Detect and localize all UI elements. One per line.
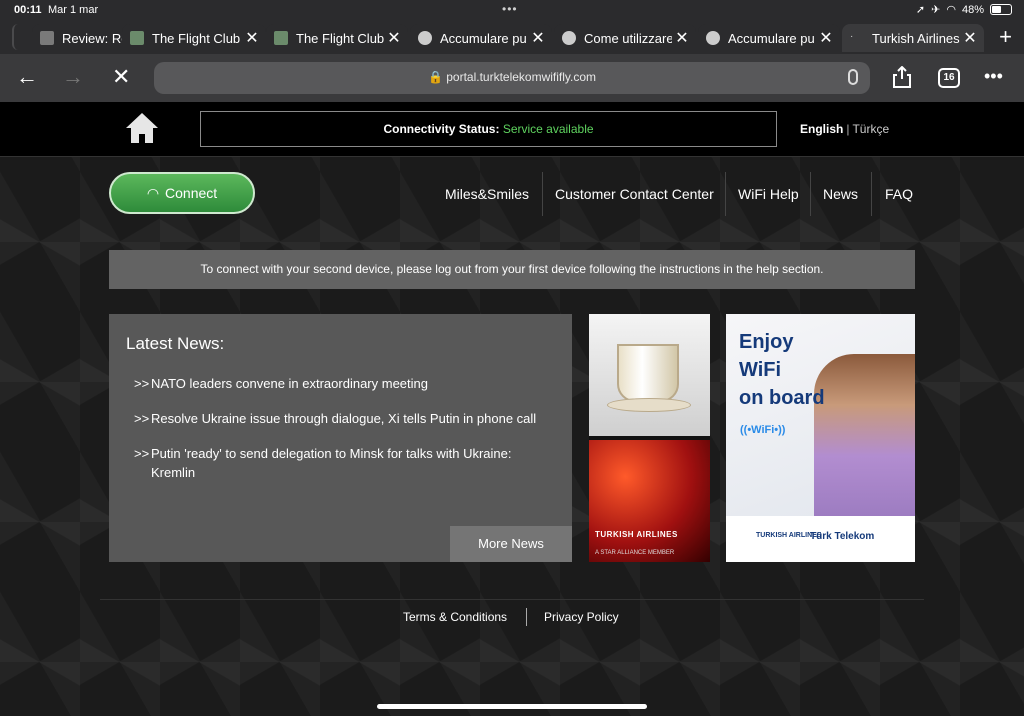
news-title: Latest News: (126, 334, 225, 353)
second-device-notice: To connect with your second device, plea… (109, 250, 915, 289)
turk-telekom-logo: Türk Telekom (810, 531, 875, 542)
browser-tab[interactable]: Accumulare pu ✕ (410, 24, 552, 52)
browser-tab[interactable]: Accumulare pu ✕ (698, 24, 840, 52)
home-indicator[interactable] (377, 704, 647, 709)
nav-wifi-help[interactable]: WiFi Help (738, 186, 799, 202)
portal-header: Connectivity Status: Service available E… (0, 102, 1024, 157)
wifi-icon: ◠ (946, 4, 956, 16)
fireworks-image (589, 440, 710, 562)
battery-percent: 48% (961, 3, 984, 16)
footer-divider (100, 599, 924, 600)
close-tab-icon[interactable]: ✕ (960, 28, 980, 48)
flightclub-favicon-icon (130, 31, 144, 45)
address-bar[interactable]: 🔒 portal.turktelekomwififly.com (154, 62, 870, 94)
tab-title: Turkish Airlines (872, 30, 960, 46)
globe-icon (562, 31, 576, 45)
nav-faq[interactable]: FAQ (885, 186, 913, 202)
forward-arrow-icon[interactable]: → (62, 64, 84, 90)
status-icons: ➚ ✈ ◠ 48% (916, 3, 1012, 16)
close-tab-icon[interactable]: ✕ (672, 28, 692, 48)
flightclub-favicon-icon (274, 31, 288, 45)
tab-title: Come utilizzare (584, 30, 672, 46)
connect-button[interactable]: ◠ Connect (109, 172, 255, 214)
terms-link[interactable]: Terms & Conditions (403, 610, 507, 624)
news-item[interactable]: >> Resolve Ukraine issue through dialogue… (134, 409, 554, 428)
turkish-airlines-ad[interactable]: TURKISH AIRLINES A STAR ALLIANCE MEMBER (589, 314, 710, 562)
tab-title: Accumulare pu (728, 30, 815, 46)
ad-logos: TURKISH AIRLINES Türk Telekom (726, 516, 915, 562)
back-arrow-icon[interactable]: ← (16, 64, 38, 90)
url-text: 🔒 portal.turktelekomwififly.com (427, 70, 597, 84)
news-item[interactable]: >> NATO leaders convene in extraordinary … (134, 374, 554, 393)
passengers-image (814, 354, 915, 524)
microphone-icon[interactable] (848, 69, 858, 85)
privacy-link[interactable]: Privacy Policy (544, 610, 619, 624)
browser-tab[interactable]: The Flight Club ✕ (122, 24, 266, 52)
browser-tab[interactable]: The Flight Club ✕ (266, 24, 408, 52)
close-tab-icon[interactable]: ✕ (242, 28, 262, 48)
date: Mar 1 mar (48, 4, 99, 16)
news-item[interactable]: >> Putin 'ready' to send delegation to Mi… (134, 444, 554, 482)
tab-title: Accumulare pu (440, 30, 527, 46)
tab-title: The Flight Club (296, 30, 384, 46)
stop-loading-icon[interactable]: ✕ (112, 64, 130, 90)
location-icon: ➚ (915, 4, 926, 16)
loading-icon: · (850, 31, 854, 42)
nav-customer-contact[interactable]: Customer Contact Center (555, 186, 714, 202)
clock: 00:11 (14, 4, 42, 16)
ml-favicon-icon (40, 31, 54, 45)
ad-headline: Enjoy WiFi on board (739, 331, 825, 409)
globe-icon (418, 31, 432, 45)
nav-news[interactable]: News (823, 186, 858, 202)
browser-tab[interactable]: Come utilizzare ✕ (554, 24, 696, 52)
language-switcher: English | Türkçe (800, 122, 890, 136)
tab-stack-icon (12, 24, 30, 50)
wifi-logo-icon: ((•WiFi•)) (740, 424, 786, 436)
close-tab-icon[interactable]: ✕ (528, 28, 548, 48)
news-list: >> NATO leaders convene in extraordinary … (134, 374, 554, 498)
web-page: Connectivity Status: Service available E… (0, 102, 1024, 716)
connectivity-label: Connectivity Status: (383, 122, 500, 136)
share-icon[interactable] (893, 66, 911, 88)
more-options-icon[interactable]: ••• (984, 66, 1003, 87)
ad-brand: TURKISH AIRLINES (595, 530, 678, 539)
coffee-cup-image (589, 314, 710, 436)
ad-tagline: A STAR ALLIANCE MEMBER (595, 550, 675, 556)
lang-turkish[interactable]: Türkçe (852, 122, 889, 136)
close-tab-icon[interactable]: ✕ (816, 28, 836, 48)
latest-news-panel: Latest News: >> NATO leaders convene in e… (109, 314, 572, 562)
more-news-button[interactable]: More News (450, 526, 572, 562)
airplane-icon: ✈ (931, 4, 941, 16)
tab-bar: Review: Ro The Flight Club ✕ The Flight … (0, 20, 1024, 54)
lang-english[interactable]: English (800, 122, 843, 136)
connect-label: Connect (165, 185, 218, 201)
close-tab-icon[interactable]: ✕ (384, 28, 404, 48)
tab-title: The Flight Club (152, 30, 241, 46)
tab-count-button[interactable]: 16 (938, 68, 960, 88)
battery-icon (990, 4, 1012, 15)
new-tab-icon[interactable]: + (999, 24, 1012, 50)
connectivity-status: Connectivity Status: Service available (200, 111, 777, 147)
footer-separator (526, 608, 527, 626)
browser-tab-active[interactable]: · Turkish Airlines ✕ (842, 24, 984, 52)
nav-miles-smiles[interactable]: Miles&Smiles (445, 186, 529, 202)
multitasking-dots-icon[interactable]: ••• (502, 2, 518, 16)
browser-toolbar: ← → ✕ 🔒 portal.turktelekomwififly.com 16… (0, 54, 1024, 102)
wifi-icon: ◠ (146, 184, 160, 201)
wifi-onboard-ad[interactable]: Enjoy WiFi on board ((•WiFi•)) TURKISH A… (726, 314, 915, 562)
connectivity-value: Service available (502, 122, 594, 136)
home-icon[interactable] (124, 110, 160, 146)
status-bar: 00:11 Mar 1 mar ••• ➚ ✈ ◠ 48% (0, 0, 1024, 20)
globe-icon (706, 31, 720, 45)
